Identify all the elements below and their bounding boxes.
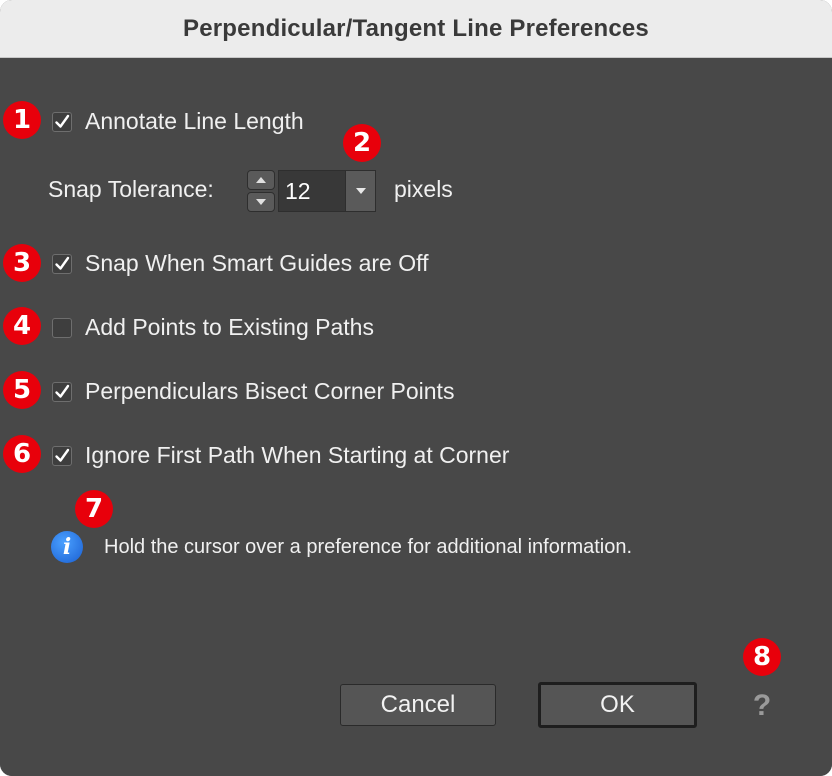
annotate-line-length-checkbox[interactable] xyxy=(52,111,72,132)
bisect-corner-points-checkbox[interactable] xyxy=(52,381,72,402)
snap-tolerance-dropdown-button[interactable] xyxy=(345,171,375,211)
snap-tolerance-label: Snap Tolerance: xyxy=(48,176,214,202)
ignore-first-path-checkbox[interactable] xyxy=(52,445,72,466)
dialog-title: Perpendicular/Tangent Line Preferences xyxy=(183,14,649,42)
option-label: Perpendiculars Bisect Corner Points xyxy=(85,378,455,404)
option-annotate-line-length[interactable]: Annotate Line Length xyxy=(52,108,304,135)
snap-smart-guides-checkbox[interactable] xyxy=(52,253,72,274)
callout-badge: 6 xyxy=(3,435,41,473)
snap-tolerance-combobox[interactable] xyxy=(278,170,376,212)
option-add-points-to-paths[interactable]: Add Points to Existing Paths xyxy=(52,314,374,341)
option-ignore-first-path[interactable]: Ignore First Path When Starting at Corne… xyxy=(52,442,509,469)
ok-button[interactable]: OK xyxy=(538,682,697,728)
callout-badge: 1 xyxy=(3,101,41,139)
help-button[interactable]: ? xyxy=(750,689,774,722)
callout-badge: 5 xyxy=(3,371,41,409)
add-points-checkbox[interactable] xyxy=(52,317,72,338)
option-label: Snap When Smart Guides are Off xyxy=(85,250,429,276)
option-snap-when-smart-guides-off[interactable]: Snap When Smart Guides are Off xyxy=(52,250,428,277)
callout-badge: 7 xyxy=(75,490,113,528)
checkmark-icon xyxy=(55,384,70,398)
triangle-down-icon xyxy=(256,199,266,205)
option-label: Ignore First Path When Starting at Corne… xyxy=(85,442,510,468)
option-perpendiculars-bisect[interactable]: Perpendiculars Bisect Corner Points xyxy=(52,378,454,405)
snap-tolerance-units: pixels xyxy=(394,176,453,202)
chevron-down-icon xyxy=(355,188,366,194)
callout-badge: 3 xyxy=(3,244,41,282)
option-label: Add Points to Existing Paths xyxy=(85,314,374,340)
callout-badge: 4 xyxy=(3,307,41,345)
snap-tolerance-stepper[interactable] xyxy=(247,170,277,212)
info-hint: i Hold the cursor over a preference for … xyxy=(51,531,632,563)
info-icon: i xyxy=(51,531,83,563)
triangle-up-icon xyxy=(256,177,266,183)
decrement-button[interactable] xyxy=(247,192,275,212)
info-text: Hold the cursor over a preference for ad… xyxy=(104,535,633,558)
dialog-content xyxy=(0,58,832,776)
title-bar: Perpendicular/Tangent Line Preferences xyxy=(0,0,832,58)
callout-badge: 2 xyxy=(343,124,381,162)
snap-tolerance-input[interactable] xyxy=(279,171,345,211)
checkmark-icon xyxy=(55,114,70,128)
checkmark-icon xyxy=(55,448,70,462)
checkmark-icon xyxy=(55,256,70,270)
option-label: Annotate Line Length xyxy=(85,108,304,134)
callout-badge: 8 xyxy=(743,638,781,676)
preferences-dialog: Perpendicular/Tangent Line Preferences 1… xyxy=(0,0,832,776)
increment-button[interactable] xyxy=(247,170,275,190)
cancel-button[interactable]: Cancel xyxy=(340,684,496,726)
